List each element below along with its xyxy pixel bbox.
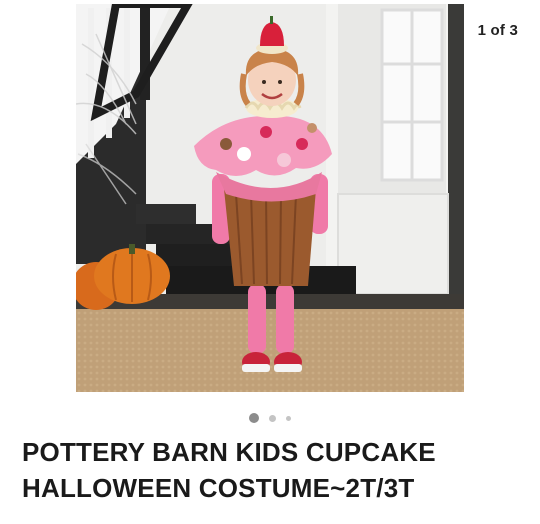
carousel-pagination[interactable] <box>0 413 540 423</box>
carousel-dot-1[interactable] <box>249 413 259 423</box>
image-counter: 1 of 3 <box>477 22 518 39</box>
product-image[interactable] <box>76 4 464 392</box>
carousel-dot-3[interactable] <box>286 415 291 421</box>
carousel-dot-2[interactable] <box>269 414 276 422</box>
listing-title: POTTERY BARN KIDS CUPCAKE HALLOWEEN COST… <box>22 437 436 503</box>
product-photo-illustration <box>76 4 464 392</box>
